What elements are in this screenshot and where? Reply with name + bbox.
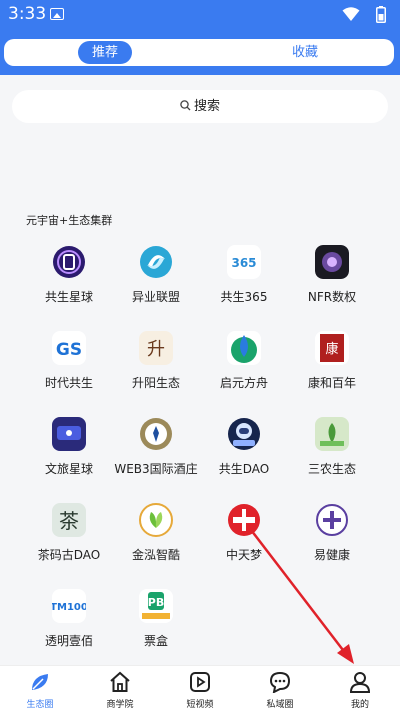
app-label: 票盒 [143, 634, 168, 648]
leaf-nav-icon [10, 670, 70, 694]
tm100-icon: TM100 [52, 589, 86, 623]
user-icon [330, 670, 390, 694]
play-icon [170, 670, 230, 694]
nav-label: 生态圈 [26, 700, 54, 710]
section-title: 元宇宙+生态集群 [26, 214, 113, 227]
app-tile[interactable]: 中天梦 [200, 503, 288, 563]
app-label: 易健康 [313, 548, 350, 562]
app-label: 时代共生 [44, 376, 93, 390]
health-icon [315, 503, 349, 537]
nav-item[interactable]: 短视频 [170, 670, 230, 710]
svg-text:康: 康 [325, 341, 338, 357]
app-label: 共生365 [220, 290, 268, 304]
tab-favorites[interactable]: 收藏 [280, 39, 330, 66]
nav-label: 商学院 [106, 700, 134, 710]
app-label: 茶码古DAO [37, 548, 101, 562]
app-label: 升阳生态 [131, 376, 180, 390]
image-notification-icon [50, 8, 64, 20]
app-tile[interactable]: 共生DAO [200, 417, 288, 477]
app-label: 异业联盟 [131, 290, 180, 304]
calligraphy-icon: 升 [139, 331, 173, 365]
drop-icon [227, 331, 261, 365]
app-label: 三农生态 [307, 462, 356, 476]
top-tabs: 推荐 收藏 [4, 39, 394, 66]
svg-text:365: 365 [231, 256, 256, 270]
app-tile[interactable]: 文旅星球 [25, 417, 113, 477]
nav-label: 我的 [350, 700, 369, 710]
search-label: 搜索 [193, 99, 220, 114]
app-tile[interactable]: 升升阳生态 [112, 331, 200, 391]
svg-text:TM100: TM100 [52, 602, 86, 613]
planet-icon [52, 245, 86, 279]
punchbox-icon: PB [139, 589, 173, 623]
nav-item[interactable]: 商学院 [90, 670, 150, 710]
nav-label: 私域圈 [266, 700, 294, 710]
nav-item[interactable]: 我的 [330, 670, 390, 710]
365-icon: 365 [227, 245, 261, 279]
app-tile[interactable]: 易健康 [288, 503, 376, 563]
app-tile[interactable]: 金泓智酷 [112, 503, 200, 563]
app-label: NFR数权 [307, 290, 357, 304]
tea-icon: 茶 [52, 503, 86, 537]
leaf-icon [139, 503, 173, 537]
badge-icon [139, 417, 173, 451]
svg-text:升: 升 [147, 339, 165, 360]
app-tile[interactable]: GS 时代共生 [25, 331, 113, 391]
farm-icon [315, 417, 349, 451]
battery-icon [376, 6, 386, 23]
nav-item[interactable]: 生态圈 [10, 670, 70, 710]
svg-text:茶: 茶 [59, 509, 79, 533]
app-tile[interactable]: 三农生态 [288, 417, 376, 477]
app-tile[interactable]: 启元方舟 [200, 331, 288, 391]
app-tile[interactable]: 康康和百年 [288, 331, 376, 391]
nfr-icon [315, 245, 349, 279]
status-bar: 3:33 [0, 0, 400, 30]
app-label: 共生DAO [218, 462, 270, 476]
svg-text:PB: PB [148, 596, 164, 609]
app-label: 中天梦 [225, 548, 262, 562]
app-label: WEB3国际酒庄 [114, 462, 198, 476]
app-tile[interactable]: NFR数权 [288, 245, 376, 305]
app-label: 康和百年 [307, 376, 356, 390]
app-tile[interactable]: WEB3国际酒庄 [112, 417, 200, 477]
app-label: 启元方舟 [219, 376, 268, 390]
app-label: 透明壹佰 [44, 634, 93, 648]
seal-icon: 康 [315, 331, 349, 365]
svg-text:GS: GS [56, 340, 82, 360]
app-tile[interactable]: 茶茶码古DAO [25, 503, 113, 563]
swirl-icon [139, 245, 173, 279]
nav-item[interactable]: 私域圈 [250, 670, 310, 710]
bottom-nav: 生态圈 商学院 短视频 私域圈 我的 [0, 665, 400, 711]
astronaut-icon [227, 417, 261, 451]
app-tile[interactable]: TM100 透明壹佰 [25, 589, 113, 649]
home-icon [90, 670, 150, 694]
app-label: 共生星球 [44, 290, 93, 304]
app-tile[interactable]: PB 票盒 [112, 589, 200, 649]
wifi-icon [342, 7, 360, 21]
tab-recommend[interactable]: 推荐 [78, 41, 132, 64]
status-time: 3:33 [8, 4, 47, 24]
search-icon [180, 100, 191, 111]
travel-icon [52, 417, 86, 451]
gs-icon: GS [52, 331, 86, 365]
red-circle-icon [227, 503, 261, 537]
app-tile[interactable]: 异业联盟 [112, 245, 200, 305]
app-tile[interactable]: 共生星球 [25, 245, 113, 305]
app-tile[interactable]: 365 共生365 [200, 245, 288, 305]
app-label: 金泓智酷 [131, 548, 180, 562]
search-bar[interactable]: 搜索 [12, 90, 388, 123]
chat-icon [250, 670, 310, 694]
nav-label: 短视频 [186, 700, 214, 710]
app-label: 文旅星球 [44, 462, 93, 476]
